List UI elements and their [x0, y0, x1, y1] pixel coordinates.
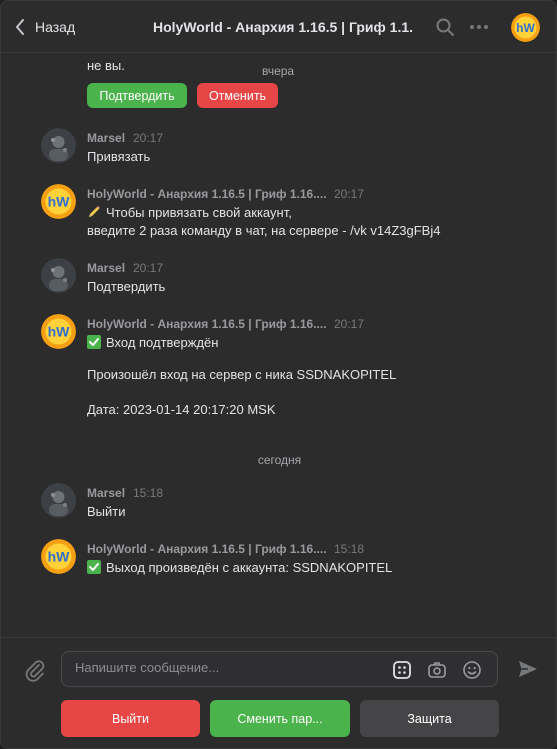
- back-label: Назад: [35, 19, 76, 35]
- holyworld-logo-icon: hW: [41, 314, 76, 349]
- composer-area: Выйти Сменить пар... Защита: [1, 637, 556, 748]
- check-mark-emoji-icon: [87, 335, 101, 349]
- message-author[interactable]: HolyWorld - Анархия 1.16.5 | Гриф 1.16..…: [87, 542, 327, 556]
- chat-title[interactable]: HolyWorld - Анархия 1.16.5 | Гриф 1.1...: [153, 19, 413, 35]
- message-time: 20:17: [133, 131, 164, 145]
- svg-text:hW: hW: [48, 549, 71, 565]
- paperclip-icon[interactable]: [23, 658, 47, 682]
- cancel-button[interactable]: Отменить: [197, 83, 278, 108]
- message-text-line: Чтобы привязать свой аккаунт,: [87, 204, 292, 222]
- keyboard-button-logout[interactable]: Выйти: [61, 700, 200, 737]
- holyworld-logo-icon: hW: [41, 539, 76, 574]
- message-author[interactable]: Marsel: [87, 486, 125, 500]
- back-button[interactable]: Назад: [15, 14, 75, 40]
- svg-text:hW: hW: [48, 324, 71, 340]
- chat-header: Назад HolyWorld - Анархия 1.16.5 | Гриф …: [1, 1, 556, 53]
- message-text-partial: не вы.: [87, 58, 125, 73]
- smile-icon[interactable]: [462, 660, 482, 680]
- message-text: Вход подтверждён: [106, 335, 219, 350]
- avatar-holyworld[interactable]: hW: [41, 539, 76, 574]
- message-text-line: Выход произведён с аккаунта: SSDNAKOPITE…: [87, 559, 392, 577]
- message-time: 20:17: [133, 261, 164, 275]
- message-author[interactable]: Marsel: [87, 261, 125, 275]
- avatar-marsel[interactable]: [41, 483, 76, 518]
- user-avatar-icon: [41, 483, 76, 518]
- more-horizontal-icon[interactable]: [467, 15, 491, 39]
- message-text-line: Вход подтверждён: [87, 334, 218, 352]
- search-icon[interactable]: [433, 15, 457, 39]
- chat-avatar[interactable]: hW: [511, 13, 540, 42]
- message-input-box[interactable]: [61, 651, 498, 687]
- message-text: Выйти: [87, 504, 126, 519]
- avatar-marsel[interactable]: [41, 128, 76, 163]
- message-text: Дата: 2023-01-14 20:17:20 MSK: [87, 402, 276, 417]
- avatar-holyworld[interactable]: hW: [41, 184, 76, 219]
- confirm-button[interactable]: Подтвердить: [87, 83, 187, 108]
- holyworld-logo-icon: hW: [41, 184, 76, 219]
- holyworld-logo-icon: hW: [511, 13, 540, 42]
- message-author[interactable]: HolyWorld - Анархия 1.16.5 | Гриф 1.16..…: [87, 317, 327, 331]
- svg-text:hW: hW: [516, 21, 535, 35]
- user-avatar-icon: [41, 128, 76, 163]
- check-mark-emoji-icon: [87, 560, 101, 574]
- chat-window: Назад HolyWorld - Анархия 1.16.5 | Гриф …: [0, 0, 557, 749]
- keyboard-grid-icon[interactable]: [392, 660, 412, 680]
- message-time: 15:18: [133, 486, 164, 500]
- chevron-left-icon: [16, 19, 24, 35]
- message-author[interactable]: HolyWorld - Анархия 1.16.5 | Гриф 1.16..…: [87, 187, 327, 201]
- message-input[interactable]: [75, 660, 375, 675]
- send-icon[interactable]: [516, 657, 540, 681]
- message-text: Выход произведён с аккаунта: SSDNAKOPITE…: [106, 560, 393, 575]
- keyboard-button-protection[interactable]: Защита: [360, 700, 499, 737]
- message-feed[interactable]: не вы. вчера Подтвердить Отменить Marsel…: [1, 53, 556, 637]
- message-author[interactable]: Marsel: [87, 131, 125, 145]
- message-text: Подтвердить: [87, 279, 166, 294]
- message-time: 20:17: [334, 317, 365, 331]
- message-text: Чтобы привязать свой аккаунт,: [106, 205, 292, 220]
- camera-icon[interactable]: [427, 660, 447, 680]
- pencil-emoji-icon: [89, 206, 100, 217]
- date-divider-today: сегодня: [257, 453, 302, 467]
- message-text: введите 2 раза команду в чат, на сервере…: [87, 223, 441, 238]
- message-text: Произошёл вход на сервер с ника SSDNAKOP…: [87, 367, 397, 382]
- date-pill-yesterday: вчера: [250, 60, 307, 82]
- keyboard-button-change-password[interactable]: Сменить пар...: [210, 700, 350, 737]
- message-text: Привязать: [87, 149, 151, 164]
- avatar-holyworld[interactable]: hW: [41, 314, 76, 349]
- svg-text:hW: hW: [48, 194, 71, 210]
- avatar-marsel[interactable]: [41, 258, 76, 293]
- message-time: 15:18: [334, 542, 365, 556]
- user-avatar-icon: [41, 258, 76, 293]
- message-time: 20:17: [334, 187, 365, 201]
